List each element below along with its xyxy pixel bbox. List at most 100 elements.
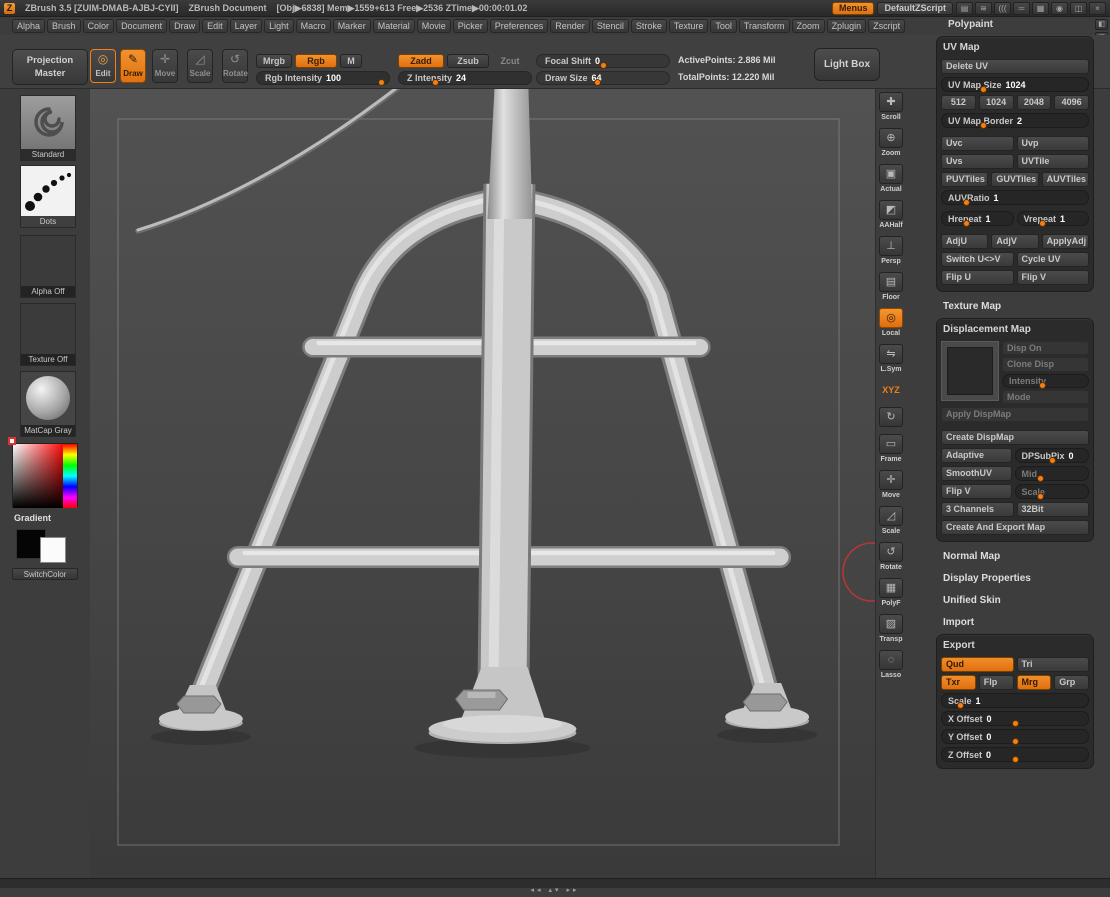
mid-slider[interactable]: Mid bbox=[1015, 466, 1090, 481]
export-tri-button[interactable]: Tri bbox=[1017, 657, 1090, 672]
menu-item[interactable]: Macro bbox=[296, 19, 331, 33]
export-qud-button[interactable]: Qud bbox=[941, 657, 1014, 672]
slider-handle[interactable] bbox=[980, 86, 987, 93]
hrepeat-slider[interactable]: Hrepeat 1 bbox=[941, 211, 1014, 226]
brush-thumbnail-standard[interactable]: Standard bbox=[20, 95, 76, 161]
menu-item[interactable]: Render bbox=[550, 19, 590, 33]
menu-item[interactable]: Zoom bbox=[792, 19, 825, 33]
arcs-icon[interactable]: ((( bbox=[994, 2, 1011, 15]
zoom-tool[interactable]: ⊕ Zoom bbox=[877, 128, 905, 158]
local-button[interactable]: ◎ Local bbox=[877, 308, 905, 338]
create-dispmap-button[interactable]: Create DispMap bbox=[941, 430, 1089, 445]
menu-item[interactable]: Brush bbox=[47, 19, 81, 33]
export-title[interactable]: Export bbox=[941, 638, 1089, 654]
slider-handle[interactable] bbox=[963, 220, 970, 227]
transparency-button[interactable]: ▨ Transp bbox=[877, 614, 905, 644]
disp-scale-slider[interactable]: Scale bbox=[1015, 484, 1090, 499]
uv-map-size-slider[interactable]: UV Map Size 1024 bbox=[941, 77, 1089, 92]
close-icon[interactable]: × bbox=[1089, 2, 1106, 15]
channels-button[interactable]: 3 Channels bbox=[941, 502, 1014, 517]
xyz-constraint-button[interactable]: XYZ bbox=[877, 380, 905, 401]
draw-size-slider[interactable]: Draw Size 64 bbox=[536, 71, 670, 85]
default-zscript-button[interactable]: DefaultZScript bbox=[877, 2, 953, 15]
normal-map-header[interactable]: Normal Map bbox=[936, 546, 1094, 568]
menu-item[interactable]: Draw bbox=[169, 19, 200, 33]
disp-flip-v-button[interactable]: Flip V bbox=[941, 484, 1012, 499]
menu-item[interactable]: Stencil bbox=[592, 19, 629, 33]
menu-item[interactable]: Preferences bbox=[490, 19, 549, 33]
polypaint-palette-header[interactable]: Polypaint bbox=[948, 19, 993, 30]
display-properties-header[interactable]: Display Properties bbox=[936, 568, 1094, 590]
export-grp-button[interactable]: Grp bbox=[1054, 675, 1089, 690]
export-scale-slider[interactable]: Scale 1 bbox=[941, 693, 1089, 708]
texture-thumbnail[interactable]: Texture Off bbox=[20, 303, 76, 366]
draw-button[interactable]: ✎ Draw bbox=[120, 49, 146, 83]
flip-v-button[interactable]: Flip V bbox=[1017, 270, 1090, 285]
export-flp-button[interactable]: Flp bbox=[979, 675, 1014, 690]
slider-handle[interactable] bbox=[1039, 382, 1046, 389]
menu-item[interactable]: Alpha bbox=[12, 19, 45, 33]
adju-button[interactable]: AdjU bbox=[941, 234, 988, 249]
auvratio-slider[interactable]: AUVRatio 1 bbox=[941, 190, 1089, 205]
alpha-thumbnail[interactable]: Alpha Off bbox=[20, 235, 76, 298]
zsub-button[interactable]: Zsub bbox=[447, 54, 489, 68]
menu-item[interactable]: Edit bbox=[202, 19, 228, 33]
gradient-label[interactable]: Gradient bbox=[14, 513, 51, 523]
slider-handle[interactable] bbox=[1012, 720, 1019, 727]
uv-size-2048-button[interactable]: 2048 bbox=[1017, 95, 1052, 110]
edit-button[interactable]: ◎ Edit bbox=[90, 49, 116, 83]
stroke-thumbnail-dots[interactable]: Dots bbox=[20, 165, 76, 228]
scroll-tool[interactable]: ✚ Scroll bbox=[877, 92, 905, 122]
menu-item[interactable]: Tool bbox=[710, 19, 737, 33]
menu-item[interactable]: Marker bbox=[333, 19, 371, 33]
guvtiles-button[interactable]: GUVTiles bbox=[991, 172, 1038, 187]
uv-size-512-button[interactable]: 512 bbox=[941, 95, 976, 110]
vrepeat-slider[interactable]: Vrepeat 1 bbox=[1017, 211, 1090, 226]
menu-item[interactable]: Layer bbox=[230, 19, 263, 33]
zcut-button[interactable]: Zcut bbox=[492, 54, 528, 68]
scale-button[interactable]: ◿ Scale bbox=[187, 49, 213, 83]
menu-item[interactable]: Color bbox=[83, 19, 115, 33]
split-view-icon[interactable]: ◫ bbox=[1070, 2, 1087, 15]
import-header[interactable]: Import bbox=[936, 612, 1094, 634]
document-grid-icon[interactable]: ▤ bbox=[956, 2, 973, 15]
create-and-export-map-button[interactable]: Create And Export Map bbox=[941, 520, 1089, 535]
slider-handle[interactable] bbox=[600, 62, 607, 69]
menu-item[interactable]: Light bbox=[264, 19, 294, 33]
slider-handle[interactable] bbox=[432, 79, 439, 86]
secondary-color-swatch[interactable] bbox=[40, 537, 66, 563]
displacement-map-title[interactable]: Displacement Map bbox=[941, 322, 1089, 338]
unified-skin-header[interactable]: Unified Skin bbox=[936, 590, 1094, 612]
switch-color-button[interactable]: SwitchColor bbox=[12, 568, 78, 580]
slider-handle[interactable] bbox=[378, 79, 385, 86]
slider-handle[interactable] bbox=[1039, 220, 1046, 227]
applyadj-button[interactable]: ApplyAdj bbox=[1042, 234, 1089, 249]
slider-handle[interactable] bbox=[1049, 457, 1056, 464]
frame-button[interactable]: ▭ Frame bbox=[877, 434, 905, 464]
bit32-button[interactable]: 32Bit bbox=[1017, 502, 1090, 517]
flip-u-button[interactable]: Flip U bbox=[941, 270, 1014, 285]
export-y-offset-slider[interactable]: Y Offset 0 bbox=[941, 729, 1089, 744]
menu-item[interactable]: Document bbox=[116, 19, 167, 33]
rotate-gyro-button[interactable]: ↺ Rotate bbox=[877, 542, 905, 572]
grid-icon[interactable]: ▦ bbox=[1032, 2, 1049, 15]
move-gyro-button[interactable]: ✛ Move bbox=[877, 470, 905, 500]
uv-map-border-slider[interactable]: UV Map Border 2 bbox=[941, 113, 1089, 128]
spin-icon[interactable]: ↻ bbox=[877, 407, 905, 428]
zadd-button[interactable]: Zadd bbox=[398, 54, 444, 68]
rotate-button[interactable]: ↺ Rotate bbox=[222, 49, 248, 83]
lsym-button[interactable]: ⇋ L.Sym bbox=[877, 344, 905, 374]
texture-map-header[interactable]: Texture Map bbox=[936, 296, 1094, 318]
canvas-scroll-arrows[interactable]: ◂◂ ▴▾ ▸▸ bbox=[531, 887, 580, 894]
bars-icon[interactable]: ═ bbox=[1013, 2, 1030, 15]
panel-handle-icon[interactable]: ◧ bbox=[1095, 19, 1108, 30]
clone-disp-button[interactable]: Clone Disp bbox=[1002, 357, 1089, 371]
uvc-button[interactable]: Uvc bbox=[941, 136, 1014, 151]
export-z-offset-slider[interactable]: Z Offset 0 bbox=[941, 747, 1089, 762]
uv-size-1024-button[interactable]: 1024 bbox=[979, 95, 1014, 110]
hue-strip[interactable] bbox=[63, 444, 77, 508]
menu-item[interactable]: Stroke bbox=[631, 19, 667, 33]
displacement-thumbnail[interactable] bbox=[941, 341, 999, 401]
uv-map-title[interactable]: UV Map bbox=[941, 40, 1089, 56]
adaptive-button[interactable]: Adaptive bbox=[941, 448, 1012, 463]
